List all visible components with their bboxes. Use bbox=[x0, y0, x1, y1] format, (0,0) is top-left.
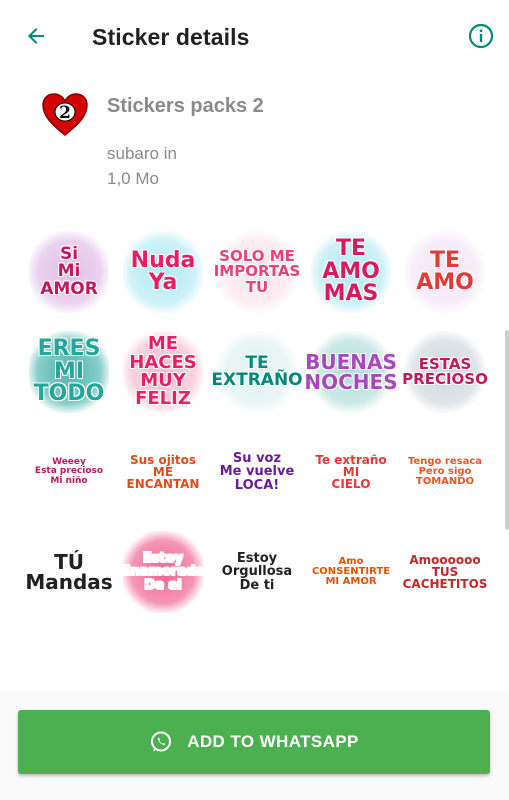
sticker-item[interactable]: Te extraño MI CIELO bbox=[304, 422, 398, 522]
arrow-left-icon bbox=[28, 28, 44, 44]
sticker-image: BUENAS NOCHES bbox=[304, 331, 398, 413]
sticker-text: TÚ Mandas bbox=[25, 549, 113, 594]
info-icon bbox=[468, 23, 494, 49]
sticker-item[interactable]: Nuda Ya bbox=[116, 222, 210, 322]
add-to-whatsapp-button[interactable]: ADD TO WHATSAPP bbox=[18, 710, 490, 774]
whatsapp-icon bbox=[151, 731, 172, 752]
pack-name: Stickers packs 2 bbox=[107, 95, 264, 117]
sticker-item[interactable]: ERES MI TODO bbox=[22, 322, 116, 422]
sticker-text: ME HACES MUY FELIZ bbox=[129, 333, 197, 410]
pack-tray-icon: 2 bbox=[40, 90, 90, 140]
sticker-text: Si Mi AMOR bbox=[40, 244, 98, 299]
sticker-text: TE EXTRAÑO bbox=[211, 352, 303, 390]
sticker-item[interactable]: ME HACES MUY FELIZ bbox=[116, 322, 210, 422]
sticker-text: Amo CONSENTIRTE MI AMOR bbox=[311, 555, 391, 588]
back-button[interactable] bbox=[22, 22, 50, 50]
heart-icon: 2 bbox=[42, 93, 88, 136]
info-button[interactable] bbox=[467, 22, 495, 50]
sticker-text: Tengo resaca Pero sigo TOMANDO bbox=[408, 455, 482, 488]
sticker-item[interactable]: TE AMO MAS bbox=[304, 222, 398, 322]
sticker-image: Su voz Me vuelve LOCA! bbox=[217, 431, 297, 513]
sticker-item[interactable]: Weeey Esta precioso Mi niño bbox=[22, 422, 116, 522]
sticker-image: ESTAS PRECIOSO bbox=[402, 331, 488, 413]
pack-size: 1,0 Mo bbox=[107, 169, 159, 188]
sticker-item[interactable]: Sus ojitos ME ENCANTAN bbox=[116, 422, 210, 522]
sticker-image: TÚ Mandas bbox=[25, 531, 113, 613]
sticker-image: Te extraño MI CIELO bbox=[311, 431, 391, 513]
sticker-image: ME HACES MUY FELIZ bbox=[123, 331, 203, 413]
sticker-text: Amoooooo TUS CACHETITOS bbox=[402, 552, 488, 592]
sticker-item[interactable]: Estoy Orgullosa De ti bbox=[210, 522, 304, 622]
sticker-text: Estoy Enamorada De el bbox=[121, 551, 205, 593]
sticker-image: Tengo resaca Pero sigo TOMANDO bbox=[405, 431, 485, 513]
sticker-item[interactable]: BUENAS NOCHES bbox=[304, 322, 398, 422]
page-title: Sticker details bbox=[92, 24, 250, 50]
pack-header: 2 Stickers packs 2 subaro in 1,0 Mo bbox=[0, 80, 509, 200]
sticker-text: Sus ojitos ME ENCANTAN bbox=[126, 452, 200, 492]
sticker-image: Nuda Ya bbox=[123, 231, 203, 313]
sticker-grid: Si Mi AMOR Nuda Ya SOLO ME IMPORTAS TU TE A… bbox=[22, 222, 492, 622]
sticker-image: Amoooooo TUS CACHETITOS bbox=[402, 531, 488, 613]
scrollbar[interactable] bbox=[505, 330, 509, 530]
sticker-image: Amo CONSENTIRTE MI AMOR bbox=[311, 531, 391, 613]
sticker-item[interactable]: TE EXTRAÑO bbox=[210, 322, 304, 422]
sticker-image: Estoy Orgullosa De ti bbox=[217, 531, 297, 613]
sticker-image: SOLO ME IMPORTAS TU bbox=[214, 231, 300, 313]
sticker-image: Sus ojitos ME ENCANTAN bbox=[123, 431, 203, 513]
sticker-text: Te extraño MI CIELO bbox=[315, 452, 387, 492]
sticker-item[interactable]: TÚ Mandas bbox=[22, 522, 116, 622]
sticker-text: TE AMO bbox=[416, 247, 474, 295]
sticker-image: Estoy Enamorada De el bbox=[121, 531, 205, 613]
sticker-item[interactable]: Si Mi AMOR bbox=[22, 222, 116, 322]
sticker-image: Si Mi AMOR bbox=[29, 231, 109, 313]
sticker-text: BUENAS NOCHES bbox=[304, 349, 398, 394]
sticker-item[interactable]: Estoy Enamorada De el bbox=[116, 522, 210, 622]
footer: ADD TO WHATSAPP bbox=[0, 690, 509, 800]
sticker-text: ESTAS PRECIOSO bbox=[402, 354, 488, 388]
sticker-image: Weeey Esta precioso Mi niño bbox=[29, 431, 109, 513]
sticker-text: Nuda Ya bbox=[130, 247, 196, 295]
sticker-item[interactable]: SOLO ME IMPORTAS TU bbox=[210, 222, 304, 322]
sticker-item[interactable]: ESTAS PRECIOSO bbox=[398, 322, 492, 422]
sticker-text: TE AMO MAS bbox=[322, 236, 380, 307]
sticker-item[interactable]: TE AMO bbox=[398, 222, 492, 322]
sticker-text: ERES MI TODO bbox=[33, 336, 105, 407]
sticker-image: ERES MI TODO bbox=[29, 331, 109, 413]
sticker-image: TE AMO bbox=[405, 231, 485, 313]
sticker-item[interactable]: Su voz Me vuelve LOCA! bbox=[210, 422, 304, 522]
sticker-item[interactable]: Amoooooo TUS CACHETITOS bbox=[398, 522, 492, 622]
sticker-text: Estoy Orgullosa De ti bbox=[221, 551, 293, 593]
tray-number: 2 bbox=[59, 103, 71, 123]
sticker-image: TE AMO MAS bbox=[311, 231, 391, 313]
pack-author: subaro in bbox=[107, 144, 177, 163]
sticker-text: Weeey Esta precioso Mi niño bbox=[34, 457, 104, 486]
sticker-item[interactable]: Tengo resaca Pero sigo TOMANDO bbox=[398, 422, 492, 522]
add-to-whatsapp-label: ADD TO WHATSAPP bbox=[187, 732, 359, 751]
sticker-text: Su voz Me vuelve LOCA! bbox=[219, 451, 295, 493]
app-bar: Sticker details bbox=[0, 0, 509, 76]
sticker-image: TE EXTRAÑO bbox=[211, 331, 303, 413]
sticker-item[interactable]: Amo CONSENTIRTE MI AMOR bbox=[304, 522, 398, 622]
sticker-text: SOLO ME IMPORTAS TU bbox=[213, 247, 301, 296]
